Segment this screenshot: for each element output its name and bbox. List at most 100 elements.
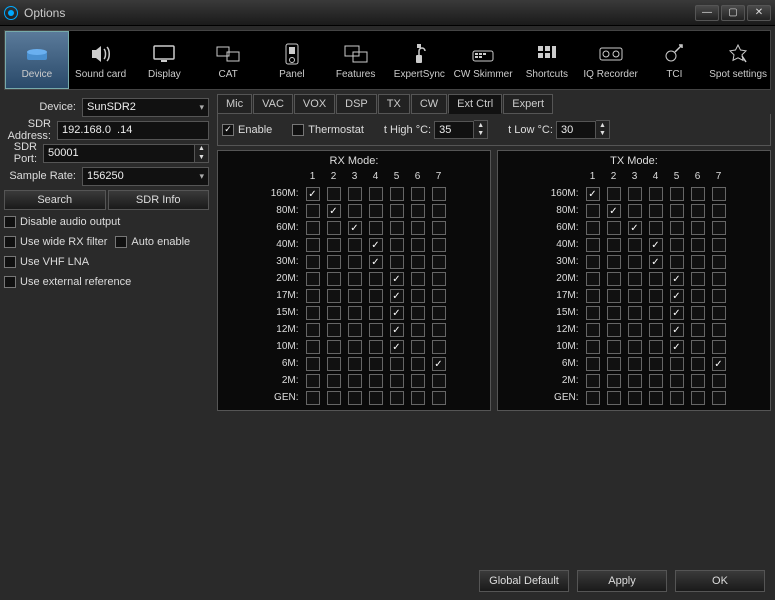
- rx-checkbox[interactable]: [390, 391, 404, 405]
- tx-checkbox[interactable]: [670, 357, 684, 371]
- tx-checkbox[interactable]: [607, 391, 621, 405]
- thermostat-checkbox[interactable]: [292, 124, 304, 136]
- tx-checkbox[interactable]: [712, 238, 726, 252]
- rx-checkbox[interactable]: [348, 289, 362, 303]
- toolbar-cat[interactable]: CAT: [196, 31, 260, 89]
- wide-rx-checkbox[interactable]: [4, 236, 16, 248]
- tx-checkbox[interactable]: [691, 204, 705, 218]
- auto-enable-checkbox[interactable]: [115, 236, 127, 248]
- rx-checkbox[interactable]: [348, 357, 362, 371]
- tx-checkbox[interactable]: [712, 187, 726, 201]
- rx-checkbox[interactable]: [411, 357, 425, 371]
- tx-checkbox[interactable]: [607, 255, 621, 269]
- rx-checkbox[interactable]: [432, 357, 446, 371]
- rx-checkbox[interactable]: [390, 289, 404, 303]
- vhf-lna-checkbox[interactable]: [4, 256, 16, 268]
- tx-checkbox[interactable]: [586, 187, 600, 201]
- sdr-info-button[interactable]: SDR Info: [108, 190, 210, 210]
- toolbar-device[interactable]: Device: [5, 31, 69, 89]
- tx-checkbox[interactable]: [607, 221, 621, 235]
- tab-cw[interactable]: CW: [411, 94, 447, 114]
- rx-checkbox[interactable]: [390, 204, 404, 218]
- tx-checkbox[interactable]: [628, 255, 642, 269]
- tx-checkbox[interactable]: [712, 340, 726, 354]
- rx-checkbox[interactable]: [327, 374, 341, 388]
- tx-checkbox[interactable]: [586, 340, 600, 354]
- tx-checkbox[interactable]: [628, 238, 642, 252]
- tx-checkbox[interactable]: [628, 187, 642, 201]
- tab-mic[interactable]: Mic: [217, 94, 252, 114]
- rx-checkbox[interactable]: [306, 255, 320, 269]
- rx-checkbox[interactable]: [327, 204, 341, 218]
- rx-checkbox[interactable]: [432, 374, 446, 388]
- rx-checkbox[interactable]: [369, 357, 383, 371]
- tab-ext-ctrl[interactable]: Ext Ctrl: [448, 94, 502, 114]
- tlow-input[interactable]: [556, 121, 596, 139]
- tlow-up[interactable]: ▲: [596, 121, 609, 130]
- rx-checkbox[interactable]: [348, 238, 362, 252]
- tx-checkbox[interactable]: [649, 306, 663, 320]
- global-default-button[interactable]: Global Default: [479, 570, 569, 592]
- rx-checkbox[interactable]: [390, 357, 404, 371]
- rx-checkbox[interactable]: [432, 306, 446, 320]
- rx-checkbox[interactable]: [348, 255, 362, 269]
- toolbar-cwskimmer[interactable]: CW Skimmer: [451, 31, 515, 89]
- tx-checkbox[interactable]: [607, 187, 621, 201]
- tx-checkbox[interactable]: [691, 221, 705, 235]
- rx-checkbox[interactable]: [348, 204, 362, 218]
- rx-checkbox[interactable]: [369, 238, 383, 252]
- rx-checkbox[interactable]: [306, 187, 320, 201]
- rx-checkbox[interactable]: [348, 272, 362, 286]
- ok-button[interactable]: OK: [675, 570, 765, 592]
- rx-checkbox[interactable]: [390, 221, 404, 235]
- rx-checkbox[interactable]: [369, 306, 383, 320]
- rx-checkbox[interactable]: [432, 289, 446, 303]
- tx-checkbox[interactable]: [628, 374, 642, 388]
- thigh-input[interactable]: [434, 121, 474, 139]
- rx-checkbox[interactable]: [432, 221, 446, 235]
- tx-checkbox[interactable]: [649, 204, 663, 218]
- tx-checkbox[interactable]: [670, 204, 684, 218]
- toolbar-soundcard[interactable]: Sound card: [69, 31, 133, 89]
- tx-checkbox[interactable]: [670, 306, 684, 320]
- rx-checkbox[interactable]: [411, 374, 425, 388]
- rx-checkbox[interactable]: [390, 374, 404, 388]
- tx-checkbox[interactable]: [670, 238, 684, 252]
- tx-checkbox[interactable]: [691, 306, 705, 320]
- rx-checkbox[interactable]: [369, 272, 383, 286]
- rx-checkbox[interactable]: [369, 289, 383, 303]
- tx-checkbox[interactable]: [712, 374, 726, 388]
- port-down-button[interactable]: ▼: [195, 153, 208, 162]
- tx-checkbox[interactable]: [649, 272, 663, 286]
- rx-checkbox[interactable]: [369, 221, 383, 235]
- tab-dsp[interactable]: DSP: [336, 94, 377, 114]
- ext-ref-checkbox[interactable]: [4, 276, 16, 288]
- tx-checkbox[interactable]: [586, 289, 600, 303]
- rx-checkbox[interactable]: [411, 306, 425, 320]
- rx-checkbox[interactable]: [327, 289, 341, 303]
- tx-checkbox[interactable]: [691, 357, 705, 371]
- rx-checkbox[interactable]: [306, 306, 320, 320]
- tx-checkbox[interactable]: [691, 238, 705, 252]
- rx-checkbox[interactable]: [327, 306, 341, 320]
- tx-checkbox[interactable]: [649, 323, 663, 337]
- rx-checkbox[interactable]: [348, 187, 362, 201]
- tx-checkbox[interactable]: [712, 221, 726, 235]
- tx-checkbox[interactable]: [649, 289, 663, 303]
- tx-checkbox[interactable]: [691, 289, 705, 303]
- tx-checkbox[interactable]: [649, 187, 663, 201]
- tx-checkbox[interactable]: [670, 340, 684, 354]
- close-button[interactable]: ✕: [747, 5, 771, 21]
- rx-checkbox[interactable]: [327, 187, 341, 201]
- tx-checkbox[interactable]: [712, 323, 726, 337]
- tab-vac[interactable]: VAC: [253, 94, 293, 114]
- tx-checkbox[interactable]: [670, 272, 684, 286]
- rx-checkbox[interactable]: [432, 187, 446, 201]
- maximize-button[interactable]: ▢: [721, 5, 745, 21]
- rx-checkbox[interactable]: [327, 238, 341, 252]
- tx-checkbox[interactable]: [628, 357, 642, 371]
- tx-checkbox[interactable]: [628, 289, 642, 303]
- rx-checkbox[interactable]: [348, 340, 362, 354]
- tx-checkbox[interactable]: [691, 340, 705, 354]
- rx-checkbox[interactable]: [327, 391, 341, 405]
